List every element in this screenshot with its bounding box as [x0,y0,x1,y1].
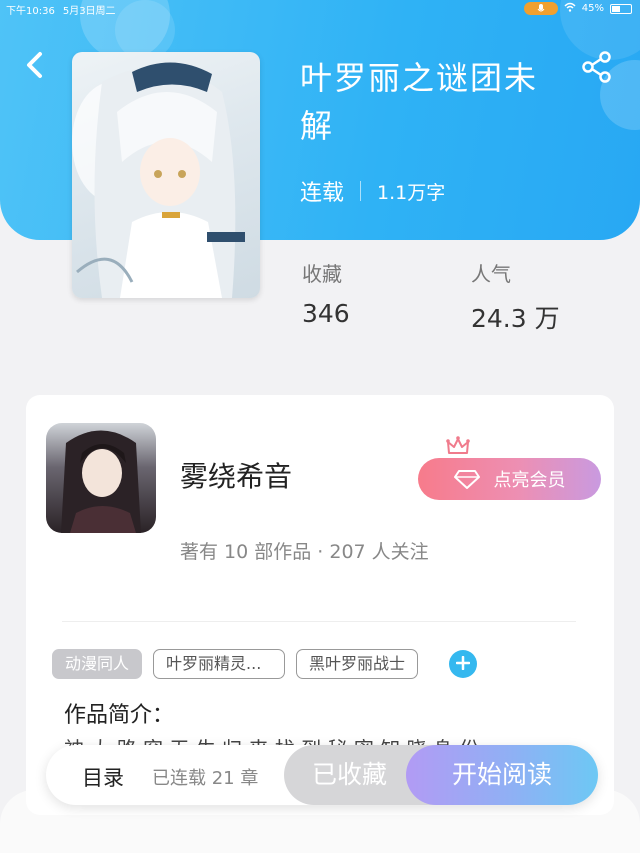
status-time: 下午10:36 [6,6,55,17]
tag-item[interactable]: 黑叶罗丽战士 [296,649,419,679]
serialization-status: 连载 [300,181,345,206]
book-cover[interactable] [72,52,260,298]
book-status-line: 连载 1.1万字 [300,175,445,207]
start-reading-button[interactable]: 开始阅读 [406,745,598,805]
popularity-value: 24.3 万 [471,304,560,333]
book-title: 叶罗丽之谜团未解 [300,59,539,145]
tag-item[interactable]: 叶罗丽精灵... [153,649,286,679]
mic-icon [523,2,558,15]
add-tag-button[interactable] [449,650,478,678]
vip-activate-button[interactable]: 点亮会员 [418,458,601,500]
back-arrow-icon [27,52,42,78]
favorites-value: 346 [302,299,350,328]
tag-category[interactable]: 动漫同人 [52,649,143,679]
share-button[interactable] [580,50,614,84]
word-count: 1.1万字 [377,181,446,204]
share-icon [582,51,611,83]
popularity-label: 人气 [471,262,511,286]
wifi-icon [564,2,576,15]
cover-illustration [72,62,245,298]
tag-list: 动漫同人 叶罗丽精灵... 黑叶罗丽战士 [52,649,478,679]
diamond-icon [453,470,480,489]
toc-button[interactable]: 目录 [82,762,124,792]
crown-icon [446,435,470,457]
author-avatar[interactable] [46,423,156,533]
battery-icon [610,3,632,14]
avatar-illustration [61,430,141,533]
status-date: 5月3日周二 [62,6,116,17]
divider [360,181,362,201]
intro-title: 作品简介： [64,703,175,728]
bottom-action-bar: 目录 已连载 21 章 已收藏 开始阅读 [46,745,598,805]
favorites-stat: 收藏 346 [302,258,350,328]
popularity-stat: 人气 24.3 万 [471,258,560,335]
vip-button-label: 点亮会员 [493,470,566,491]
author-works-followers: 著有 10 部作品 · 207 人关注 [180,541,429,563]
battery-text: 45% [581,3,604,14]
chapter-count: 已连载 21 章 [152,768,259,789]
status-bar: 下午10:36 5月3日周二 45% [0,0,640,18]
author-name[interactable]: 雾绕希音 [180,455,292,495]
card-divider [62,621,576,622]
back-button[interactable] [22,50,50,80]
plus-icon [455,655,471,671]
favorites-label: 收藏 [302,262,342,286]
